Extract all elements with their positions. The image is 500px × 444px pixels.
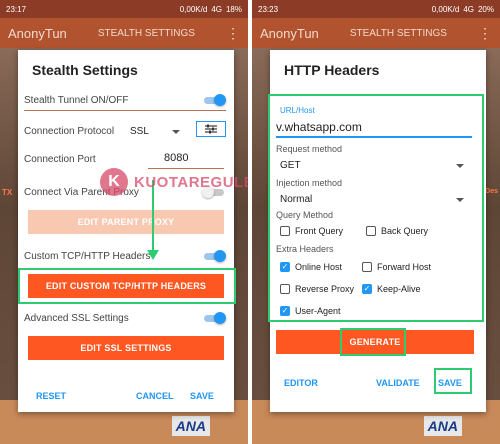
validate-button[interactable]: VALIDATE — [376, 378, 420, 388]
app-title: AnonyTun — [260, 25, 319, 41]
app-bar: AnonyTun STEALTH SETTINGS ⋮ — [0, 18, 248, 48]
background-label: Des — [485, 188, 498, 195]
background-ana-logo: ANA — [423, 416, 462, 436]
app-title: AnonyTun — [8, 25, 67, 41]
status-bar: 23:23 0,00K/d 4G 20% — [252, 0, 500, 18]
port-input[interactable]: 8080 — [164, 152, 188, 164]
reset-button[interactable]: RESET — [36, 391, 66, 401]
status-speed: 0,00K/d — [431, 4, 460, 14]
stealth-tunnel-toggle[interactable] — [202, 94, 226, 106]
battery-level: 20% — [477, 4, 494, 14]
editor-button[interactable]: EDITOR — [284, 378, 318, 388]
status-bar: 23:17 0,00K/d 4G 18% — [0, 0, 248, 18]
connection-port-label: Connection Port — [24, 154, 96, 165]
advanced-ssl-row: Advanced SSL Settings — [24, 312, 226, 324]
highlight-box-save — [434, 368, 472, 394]
highlight-box-form — [268, 94, 484, 322]
overflow-menu-icon[interactable]: ⋮ — [478, 26, 492, 40]
highlight-box-custom-headers — [18, 268, 236, 304]
network-type: 4G — [211, 4, 222, 14]
status-time: 23:23 — [258, 4, 279, 14]
status-speed: 0,00K/d — [179, 4, 208, 14]
dialog-title: Stealth Settings — [32, 62, 138, 78]
overflow-menu-icon[interactable]: ⋮ — [226, 26, 240, 40]
stealth-tunnel-row: Stealth Tunnel ON/OFF — [24, 94, 226, 106]
network-type: 4G — [463, 4, 474, 14]
custom-headers-label: Custom TCP/HTTP Headers — [24, 250, 151, 262]
tab-stealth-settings[interactable]: STEALTH SETTINGS — [98, 28, 195, 39]
app-bar: AnonyTun STEALTH SETTINGS ⋮ — [252, 18, 500, 48]
settings-sliders-icon[interactable] — [196, 121, 226, 137]
stealth-tunnel-label: Stealth Tunnel ON/OFF — [24, 94, 129, 106]
dialog-title: HTTP Headers — [284, 62, 380, 78]
advanced-ssl-toggle[interactable] — [202, 312, 226, 324]
custom-headers-row: Custom TCP/HTTP Headers — [24, 250, 226, 262]
cancel-button[interactable]: CANCEL — [136, 391, 174, 401]
background-label: TX — [2, 188, 13, 197]
custom-headers-toggle[interactable] — [202, 250, 226, 262]
connection-port-row: Connection Port — [24, 154, 226, 165]
arrow-down-icon — [147, 250, 159, 260]
status-time: 23:17 — [6, 4, 27, 14]
chevron-down-icon — [172, 130, 180, 134]
edit-parent-proxy-button[interactable]: EDIT PARENT PROXY — [28, 210, 224, 234]
watermark-logo: K KUOTAREGULER — [100, 168, 248, 196]
save-button[interactable]: SAVE — [190, 391, 214, 401]
stealth-settings-dialog: Stealth Settings Stealth Tunnel ON/OFF C… — [18, 50, 234, 412]
highlight-box-generate — [340, 328, 406, 356]
background-ana-logo: ANA — [171, 416, 210, 436]
left-phone-screen: 23:17 0,00K/d 4G 18% AnonyTun STEALTH SE… — [0, 0, 248, 444]
right-phone-screen: 23:23 0,00K/d 4G 20% AnonyTun STEALTH SE… — [252, 0, 500, 444]
protocol-select[interactable]: SSL — [130, 126, 149, 137]
battery-level: 18% — [225, 4, 242, 14]
tab-stealth-settings[interactable]: STEALTH SETTINGS — [350, 28, 447, 39]
edit-ssl-settings-button[interactable]: EDIT SSL SETTINGS — [28, 336, 224, 360]
connection-protocol-label: Connection Protocol — [24, 126, 115, 137]
advanced-ssl-label: Advanced SSL Settings — [24, 312, 129, 324]
